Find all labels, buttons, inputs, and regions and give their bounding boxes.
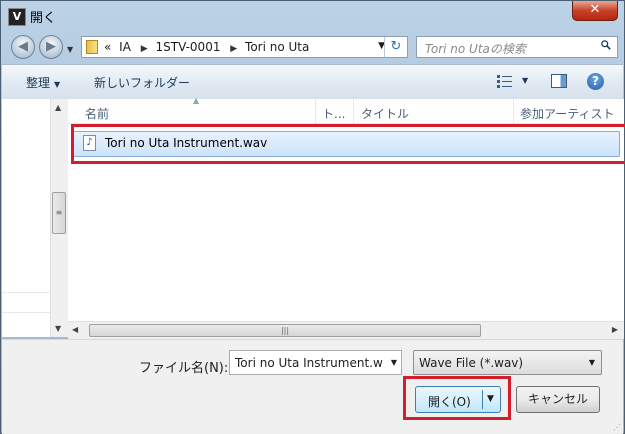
horizontal-scrollbar[interactable]: ◀ ||| ▶: [68, 321, 624, 339]
column-divider[interactable]: [353, 99, 354, 123]
filetype-select[interactable]: Wave File (*.wav) ▼: [413, 350, 602, 375]
back-arrow-icon: ◀: [18, 39, 28, 54]
chevron-down-icon[interactable]: ▼: [522, 76, 528, 85]
address-bar[interactable]: « IA ▶ 1STV-0001 ▶ Tori no Uta ▼ ↻: [81, 36, 408, 58]
navigation-pane[interactable]: [2, 99, 51, 337]
chevron-right-icon[interactable]: ▶: [230, 44, 237, 54]
refresh-icon: ↻: [390, 39, 402, 54]
app-icon: V: [8, 8, 26, 26]
search-placeholder: Tori no Utaの検索: [425, 42, 526, 56]
cancel-button[interactable]: キャンセル: [516, 386, 600, 413]
column-header-title[interactable]: タイトル: [361, 105, 409, 122]
sort-ascending-icon: ▲: [193, 96, 200, 105]
column-header-artist[interactable]: 参加アーティスト: [520, 105, 615, 122]
chevron-down-icon: ▼: [588, 358, 595, 367]
scroll-down-icon[interactable]: ▼: [55, 324, 61, 333]
divider: [2, 292, 50, 293]
divider: [2, 312, 50, 313]
filename-value[interactable]: Tori no Uta Instrument.w: [235, 356, 383, 370]
scroll-thumb[interactable]: ≡: [52, 192, 66, 234]
scroll-left-icon[interactable]: ◀: [72, 325, 78, 334]
column-divider[interactable]: [513, 99, 514, 123]
vertical-scrollbar[interactable]: ▲ ≡ ▼: [50, 99, 68, 337]
highlight-box-file: [71, 124, 625, 164]
chevron-down-icon[interactable]: ▼: [391, 358, 397, 367]
refresh-button[interactable]: ↻: [384, 37, 407, 57]
forward-button[interactable]: ▶: [39, 35, 63, 59]
scroll-right-icon[interactable]: ▶: [612, 325, 618, 334]
recent-pages-dropdown[interactable]: ▼: [67, 45, 73, 54]
view-options-icon[interactable]: [496, 74, 514, 88]
breadcrumb-item[interactable]: IA: [119, 40, 131, 54]
filetype-value: Wave File (*.wav): [419, 356, 524, 370]
close-button[interactable]: ✕: [572, 1, 618, 21]
title-bar: V 開く ✕: [1, 1, 624, 31]
breadcrumb-overflow[interactable]: «: [104, 40, 111, 54]
window-title: 開く: [30, 11, 57, 26]
highlight-box-open: [403, 376, 511, 420]
column-header-track[interactable]: ト...: [322, 105, 345, 122]
new-folder-button[interactable]: 新しいフォルダー: [94, 74, 190, 91]
chevron-right-icon[interactable]: ▶: [141, 44, 148, 54]
chevron-down-icon: ▼: [54, 80, 61, 89]
organize-menu[interactable]: 整理 ▼: [26, 74, 60, 91]
organize-label: 整理: [26, 76, 51, 90]
breadcrumb: « IA ▶ 1STV-0001 ▶ Tori no Uta: [104, 40, 313, 54]
breadcrumb-item[interactable]: 1STV-0001: [156, 40, 221, 54]
filename-label: ファイル名(N):: [139, 361, 229, 376]
filename-field[interactable]: Tori no Uta Instrument.w ▼: [229, 350, 402, 375]
search-icon[interactable]: [601, 40, 611, 50]
scroll-thumb[interactable]: |||: [89, 324, 481, 337]
column-header-name[interactable]: 名前: [85, 105, 109, 122]
scroll-up-icon[interactable]: ▲: [55, 103, 61, 112]
dialog-footer: ファイル名(N): Tori no Uta Instrument.w ▼ Wav…: [2, 339, 623, 434]
back-button[interactable]: ◀: [11, 35, 35, 59]
breadcrumb-item[interactable]: Tori no Uta: [245, 40, 309, 54]
forward-arrow-icon: ▶: [46, 39, 56, 54]
preview-pane-icon[interactable]: [551, 74, 567, 88]
column-headers: ▲ 名前 ト... タイトル 参加アーティスト: [68, 96, 624, 124]
command-bar: 整理 ▼ 新しいフォルダー ▼ ?: [2, 64, 623, 100]
folder-icon: [86, 40, 98, 54]
open-file-dialog: V 開く ✕ ◀ ▶ ▼ « IA ▶ 1STV-0001 ▶ Tori no …: [0, 0, 625, 434]
resize-grip-icon[interactable]: ⋰: [613, 423, 621, 432]
search-input[interactable]: Tori no Utaの検索: [416, 36, 618, 58]
help-icon[interactable]: ?: [587, 73, 604, 90]
column-divider[interactable]: [315, 99, 316, 123]
